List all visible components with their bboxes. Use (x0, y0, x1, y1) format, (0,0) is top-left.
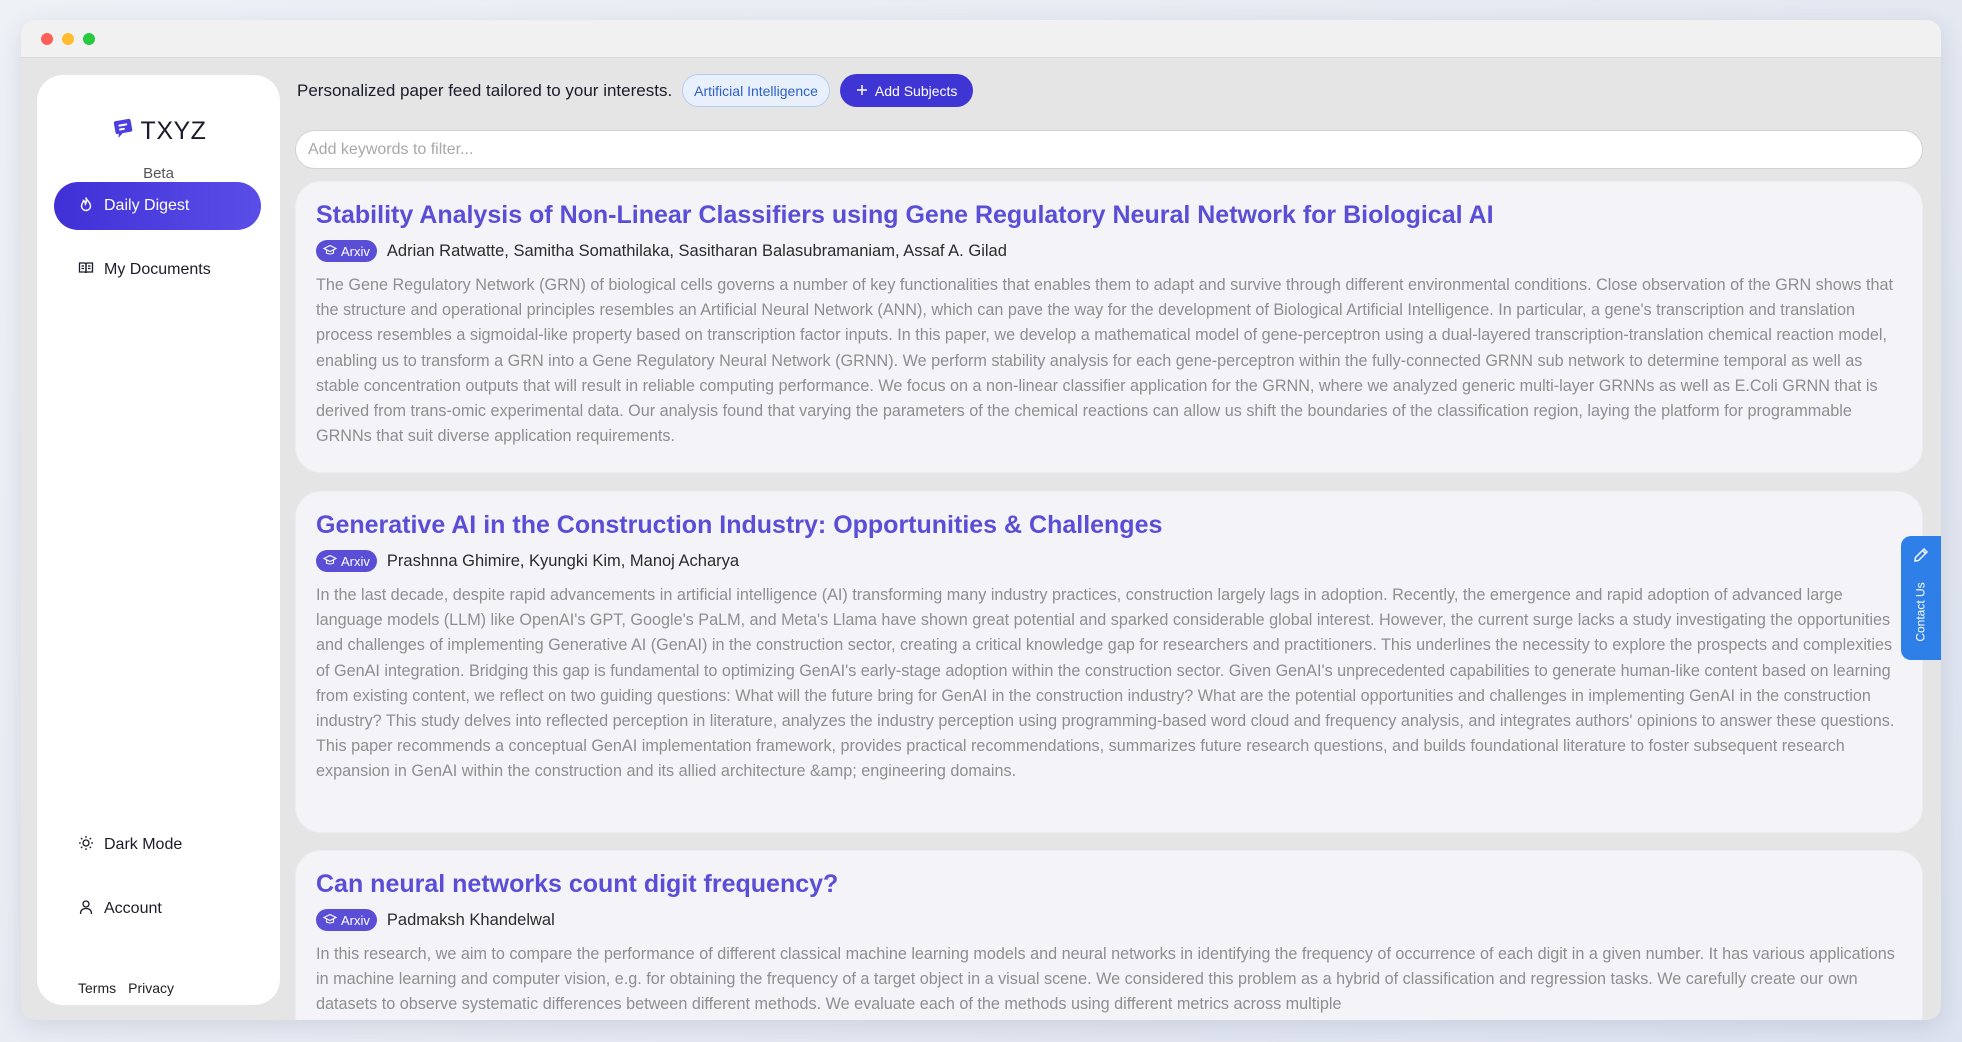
brand-logo[interactable]: TXYZ (37, 117, 280, 146)
graduation-cap-icon (322, 554, 338, 569)
paper-title[interactable]: Stability Analysis of Non-Linear Classif… (316, 199, 1902, 231)
beta-label: Beta (143, 165, 174, 182)
add-subjects-button[interactable]: Add Subjects (839, 74, 974, 107)
dark-mode-label: Dark Mode (104, 836, 183, 853)
minimize-window-button[interactable] (62, 32, 74, 45)
paper-card: Can neural networks count digit frequenc… (295, 850, 1923, 1020)
graduation-cap-icon (322, 244, 338, 259)
subject-chip[interactable]: Artificial Intelligence (682, 74, 830, 107)
source-label: Arxiv (341, 912, 370, 928)
nav-account[interactable]: Account (54, 885, 261, 933)
feed-header: Personalized paper feed tailored to your… (297, 74, 974, 107)
paper-card: Stability Analysis of Non-Linear Classif… (295, 181, 1923, 473)
sidebar: TXYZ Beta Daily Digest My Documents Dark… (37, 75, 280, 1005)
source-label: Arxiv (341, 243, 370, 259)
flame-icon (78, 196, 94, 217)
paper-authors: Padmaksh Khandelwal (386, 910, 555, 929)
terms-link[interactable]: Terms (78, 980, 116, 996)
source-badge: Arxiv (316, 240, 377, 262)
chat-bubble-icon (111, 117, 135, 146)
graduation-cap-icon (322, 913, 338, 928)
user-icon (78, 899, 94, 920)
keyword-filter-input[interactable] (295, 130, 1923, 169)
main-content: Personalized paper feed tailored to your… (295, 58, 1941, 1020)
paper-abstract: The Gene Regulatory Network (GRN) of bio… (316, 276, 1894, 446)
paper-abstract: In this research, we aim to compare the … (316, 945, 1895, 1014)
app-window: TXYZ Beta Daily Digest My Documents Dark… (21, 20, 1941, 1020)
contact-us-tab[interactable]: Contact Us (1901, 536, 1941, 660)
open-book-icon (78, 260, 94, 281)
paper-authors: Prashnna Ghimire, Kyungki Kim, Manoj Ach… (386, 551, 740, 570)
pencil-icon (1912, 546, 1930, 569)
nav-daily-digest-label: Daily Digest (104, 197, 190, 214)
paper-meta: Arxiv Prashnna Ghimire, Kyungki Kim, Man… (316, 549, 1902, 573)
feed-tagline: Personalized paper feed tailored to your… (297, 80, 673, 100)
contact-us-label-wrap: Contact Us (1901, 572, 1941, 652)
nav-my-documents[interactable]: My Documents (54, 246, 261, 294)
contact-us-label: Contact Us (1914, 582, 1929, 642)
footer-links: Terms Privacy (78, 980, 174, 996)
paper-meta: Arxiv Padmaksh Khandelwal (316, 908, 1902, 932)
paper-title[interactable]: Can neural networks count digit frequenc… (316, 868, 1902, 900)
sun-icon (78, 835, 94, 856)
paper-authors: Adrian Ratwatte, Samitha Somathilaka, Sa… (386, 241, 1007, 260)
nav-my-documents-label: My Documents (104, 261, 211, 278)
dark-mode-toggle[interactable]: Dark Mode (54, 821, 261, 869)
close-window-button[interactable] (41, 32, 53, 45)
nav-account-label: Account (104, 900, 162, 917)
brand-name: TXYZ (140, 117, 207, 145)
source-label: Arxiv (341, 553, 370, 569)
plus-icon (856, 83, 868, 99)
nav-daily-digest[interactable]: Daily Digest (54, 182, 261, 230)
paper-title[interactable]: Generative AI in the Construction Indust… (316, 509, 1902, 541)
source-badge: Arxiv (316, 550, 377, 572)
maximize-window-button[interactable] (83, 32, 95, 45)
paper-card: Generative AI in the Construction Indust… (295, 491, 1923, 833)
paper-abstract: In the last decade, despite rapid advanc… (316, 586, 1895, 781)
add-subjects-label: Add Subjects (874, 82, 958, 99)
title-bar (21, 20, 1941, 58)
source-badge: Arxiv (316, 909, 377, 931)
paper-meta: Arxiv Adrian Ratwatte, Samitha Somathila… (316, 239, 1902, 263)
privacy-link[interactable]: Privacy (128, 980, 174, 996)
